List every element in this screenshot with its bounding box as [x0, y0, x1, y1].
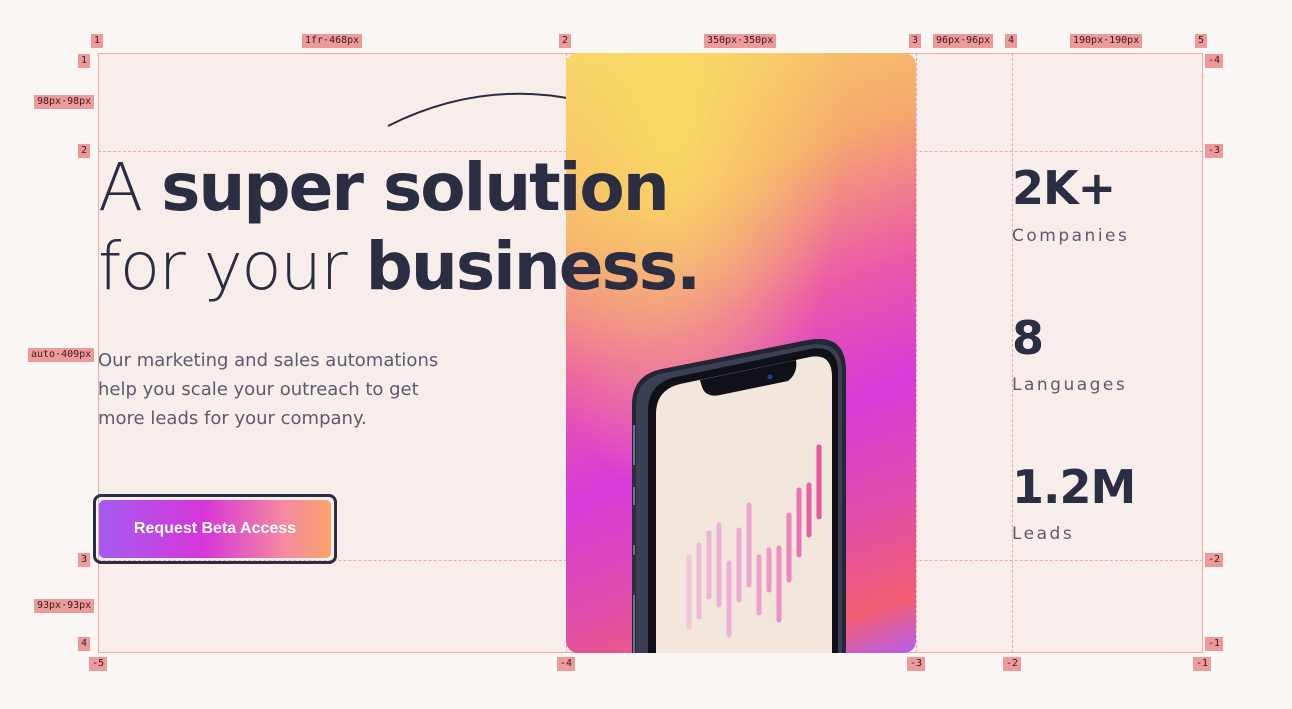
grid-row-negative-label: -1 [1205, 637, 1224, 651]
cta-label: Request Beta Access [99, 500, 331, 558]
grid-column-label: 2 [559, 34, 572, 48]
grid-row-label: 2 [78, 144, 91, 158]
grid-column-label: 4 [1005, 34, 1018, 48]
grid-line-column-3 [916, 53, 917, 653]
stat-label-leads: Leads [1012, 524, 1075, 544]
grid-column-negative-label: -1 [1193, 657, 1212, 671]
grid-column-label: 3 [909, 34, 922, 48]
grid-column-negative-label: -3 [907, 657, 926, 671]
grid-row-label: 3 [78, 553, 91, 567]
stat-value-leads: 1.2M [1012, 460, 1136, 514]
grid-column-label: 1 [91, 34, 104, 48]
stat-label-companies: Companies [1012, 226, 1130, 246]
headline-light-1: A [98, 149, 143, 226]
grid-column-negative-label: -2 [1003, 657, 1022, 671]
grid-column-size-label: 350px·350px [704, 34, 777, 48]
stat-value-companies: 2K+ [1012, 161, 1116, 215]
hero-subheadline: Our marketing and sales automations help… [98, 350, 439, 429]
headline-bold-2: business. [365, 228, 702, 305]
stat-label-languages: Languages [1012, 375, 1128, 395]
request-beta-access-button[interactable]: Request Beta Access [93, 494, 337, 564]
grid-row-size-label: 93px·93px [34, 599, 95, 613]
grid-column-negative-label: -5 [89, 657, 108, 671]
grid-row-label: 1 [78, 54, 91, 68]
grid-column-negative-label: -4 [557, 657, 576, 671]
hero-headline: A super solution for your business. [98, 148, 702, 306]
grid-column-size-label: 96px·96px [933, 34, 994, 48]
grid-row-negative-label: -2 [1205, 553, 1224, 567]
grid-row-size-label: auto·409px [28, 348, 95, 362]
phone-illustration [632, 338, 846, 653]
grid-column-size-label: 1fr·468px [302, 34, 363, 48]
grid-row-negative-label: -4 [1205, 54, 1224, 68]
headline-light-2: for your [98, 228, 348, 305]
grid-column-label: 5 [1195, 34, 1208, 48]
grid-row-negative-label: -3 [1205, 144, 1224, 158]
grid-row-size-label: 98px·98px [34, 95, 95, 109]
grid-row-label: 4 [78, 637, 91, 651]
headline-bold-1: super solution [161, 149, 670, 226]
grid-column-size-label: 190px·190px [1070, 34, 1143, 48]
stat-value-languages: 8 [1012, 311, 1044, 365]
